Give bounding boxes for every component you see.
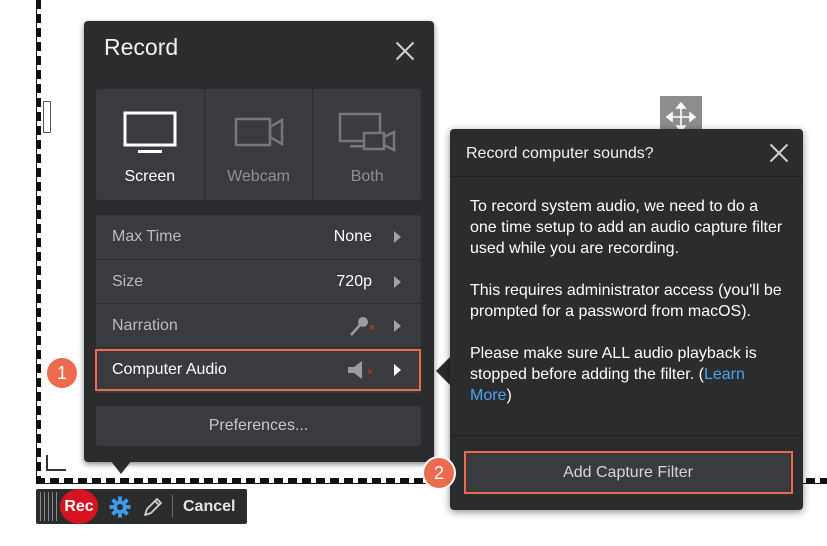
close-icon[interactable] xyxy=(768,142,790,164)
corner-mark-icon xyxy=(46,455,66,471)
record-panel: Record Screen Webcam Both Max Time None … xyxy=(84,21,434,462)
popup-paragraph-1: To record system audio, we need to do a … xyxy=(470,198,783,257)
screen-webcam-icon xyxy=(338,112,396,153)
panel-pointer xyxy=(110,460,132,474)
toolbar-grip-icon[interactable] xyxy=(40,492,58,521)
popup-header: Record computer sounds? xyxy=(450,129,803,177)
preferences-button[interactable]: Preferences... xyxy=(96,406,421,446)
size-value: 720p xyxy=(336,272,372,290)
popup-title: Record computer sounds? xyxy=(466,145,654,162)
close-icon[interactable] xyxy=(394,40,416,62)
popup-paragraph-2: This requires administrator access (you'… xyxy=(470,282,782,320)
move-arrows-icon xyxy=(666,102,696,132)
settings-list: Max Time None Size 720p Narration × Comp… xyxy=(96,215,421,393)
mode-screen[interactable]: Screen xyxy=(96,89,204,200)
webcam-icon xyxy=(234,117,283,147)
add-capture-filter-highlight xyxy=(464,451,793,494)
row-size[interactable]: Size 720p xyxy=(96,259,421,303)
row-max-time[interactable]: Max Time None xyxy=(96,215,421,259)
callout-2: 2 xyxy=(424,458,454,488)
mode-both[interactable]: Both xyxy=(312,89,421,200)
popup-body: To record system audio, we need to do a … xyxy=(470,196,788,427)
max-time-value: None xyxy=(333,228,372,245)
monitor-icon xyxy=(123,111,177,153)
gear-icon[interactable] xyxy=(109,496,131,518)
chevron-right-icon xyxy=(394,275,401,288)
chevron-right-icon xyxy=(394,319,401,332)
cancel-button[interactable]: Cancel xyxy=(183,498,235,516)
popup-divider xyxy=(450,435,803,436)
capture-border-left xyxy=(36,0,41,484)
svg-text:×: × xyxy=(369,322,375,334)
microphone-muted-icon: × xyxy=(350,316,375,336)
svg-text:×: × xyxy=(367,366,373,378)
size-label: Size xyxy=(112,272,144,290)
chevron-right-icon xyxy=(394,363,401,376)
callout-1: 1 xyxy=(47,358,77,388)
max-time-label: Max Time xyxy=(112,228,182,245)
rec-button[interactable]: Rec xyxy=(60,489,98,524)
mode-both-label: Both xyxy=(350,168,384,185)
speaker-muted-icon: × xyxy=(348,360,373,379)
capture-mode-selector: Screen Webcam Both xyxy=(96,89,421,200)
mode-webcam[interactable]: Webcam xyxy=(203,89,313,200)
panel-title: Record xyxy=(104,34,179,60)
popup-paragraph-3-end: ) xyxy=(506,387,512,404)
narration-label: Narration xyxy=(112,316,178,334)
computer-audio-label: Computer Audio xyxy=(112,360,227,378)
toolbar-divider xyxy=(172,495,173,518)
mode-webcam-label: Webcam xyxy=(227,168,290,185)
popup-pointer xyxy=(436,357,450,385)
chevron-right-icon xyxy=(394,231,401,243)
resize-handle-left[interactable] xyxy=(43,101,51,133)
popup-paragraph-3: Please make sure ALL audio playback is s… xyxy=(470,343,788,406)
mode-screen-label: Screen xyxy=(124,168,176,185)
pencil-icon[interactable] xyxy=(142,496,164,518)
recording-toolbar: Rec Cancel xyxy=(36,489,247,524)
row-narration[interactable]: Narration × xyxy=(96,303,421,347)
row-computer-audio[interactable]: Computer Audio × xyxy=(96,347,421,391)
